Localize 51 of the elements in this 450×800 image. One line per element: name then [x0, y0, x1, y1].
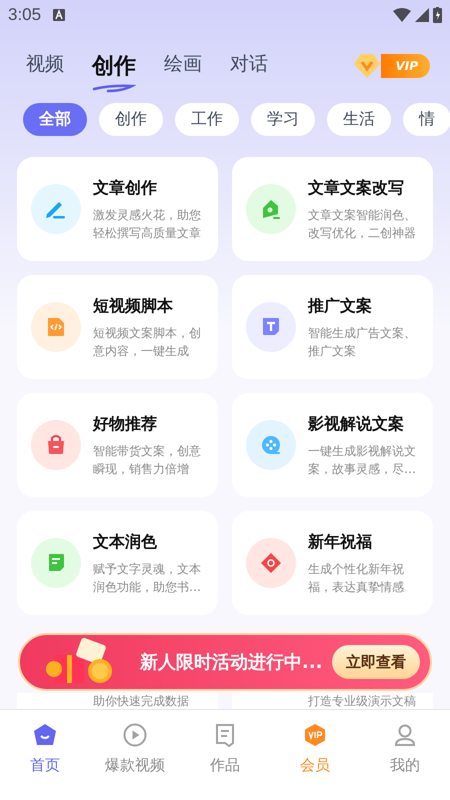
top-tab[interactable]: 创作: [92, 50, 136, 82]
clock: 3:05: [8, 4, 42, 26]
card-title: 文章创作: [93, 177, 158, 199]
card-title: 新年祝福: [308, 531, 373, 553]
home-icon: [32, 722, 58, 748]
category-chip[interactable]: 学习: [251, 102, 315, 136]
card-title: 好物推荐: [93, 413, 158, 435]
squiggle-underline-icon: [92, 82, 136, 92]
card-description: 一键生成影视解说文案，故事灵感，尽…: [308, 443, 417, 478]
feature-card[interactable]: 影视解说文案 一键生成影视解说文案，故事灵感，尽…: [232, 393, 433, 497]
card-description: 生成个性化新年祝福，表达真挚情感: [308, 561, 405, 596]
view-now-button[interactable]: 立即查看: [332, 644, 420, 680]
feature-card[interactable]: 推广文案 智能生成广告文案、推广文案: [232, 275, 433, 379]
keyboard-notification-icon: [53, 9, 66, 21]
feature-card[interactable]: 文章文案改写 文章文案智能润色、改写优化，二创神器: [232, 157, 433, 261]
promo-text: 新人限时活动进行中...: [140, 650, 323, 674]
wifi-icon: [393, 8, 411, 22]
category-chip[interactable]: 创作: [99, 102, 163, 136]
category-chip[interactable]: 全部: [23, 102, 87, 136]
vip-icon: [302, 722, 328, 748]
nav-tab[interactable]: 首页: [0, 722, 90, 776]
play-icon: [122, 722, 148, 748]
card-title: 文章文案改写: [308, 177, 405, 199]
category-chip[interactable]: 生活: [327, 102, 391, 136]
card-title: 推广文案: [308, 295, 373, 317]
card-description: 智能生成广告文案、推广文案: [308, 325, 417, 360]
feature-card[interactable]: 新年祝福 生成个性化新年祝福，表达真挚情感: [232, 511, 433, 615]
top-tab[interactable]: 绘画: [164, 50, 202, 82]
card-description: 打造专业级演示文稿: [308, 693, 416, 709]
top-tab[interactable]: 对话: [230, 50, 268, 82]
card-title: 短视频脚本: [93, 295, 174, 317]
feature-card[interactable]: 文本润色 赋予文字灵魂，文本润色功能，助您书…: [17, 511, 218, 615]
card-description: 智能带货文案，创意瞬现，销售力倍增: [93, 443, 202, 478]
category-chip[interactable]: 情: [403, 102, 450, 136]
feature-card[interactable]: 短视频脚本 短视频文案脚本，创意内容，一键生成: [17, 275, 218, 379]
card-title: 文本润色: [93, 531, 158, 553]
feature-card[interactable]: 好物推荐 智能带货文案，创意瞬现，销售力倍增: [17, 393, 218, 497]
battery-icon: [433, 7, 442, 23]
feature-card[interactable]: 文章创作 激发灵感火花，助您轻松撰写高质量文章: [17, 157, 218, 261]
signal-icon: [415, 8, 429, 22]
card-description: 文章文案智能润色、改写优化，二创神器: [308, 207, 417, 242]
top-tab[interactable]: 视频: [26, 50, 64, 82]
promo-banner[interactable]: 新人限时活动进行中... 立即查看: [18, 633, 432, 691]
card-description: 助你快速完成数据: [93, 693, 189, 709]
card-description: 赋予文字灵魂，文本润色功能，助您书…: [93, 561, 202, 596]
card-description: 短视频文案脚本，创意内容，一键生成: [93, 325, 202, 360]
card-title: 影视解说文案: [308, 413, 405, 435]
crown-shield-icon: [353, 52, 382, 80]
category-chip[interactable]: 工作: [175, 102, 239, 136]
person-icon: [392, 722, 418, 748]
card-description: 激发灵感火花，助您轻松撰写高质量文章: [93, 207, 202, 242]
